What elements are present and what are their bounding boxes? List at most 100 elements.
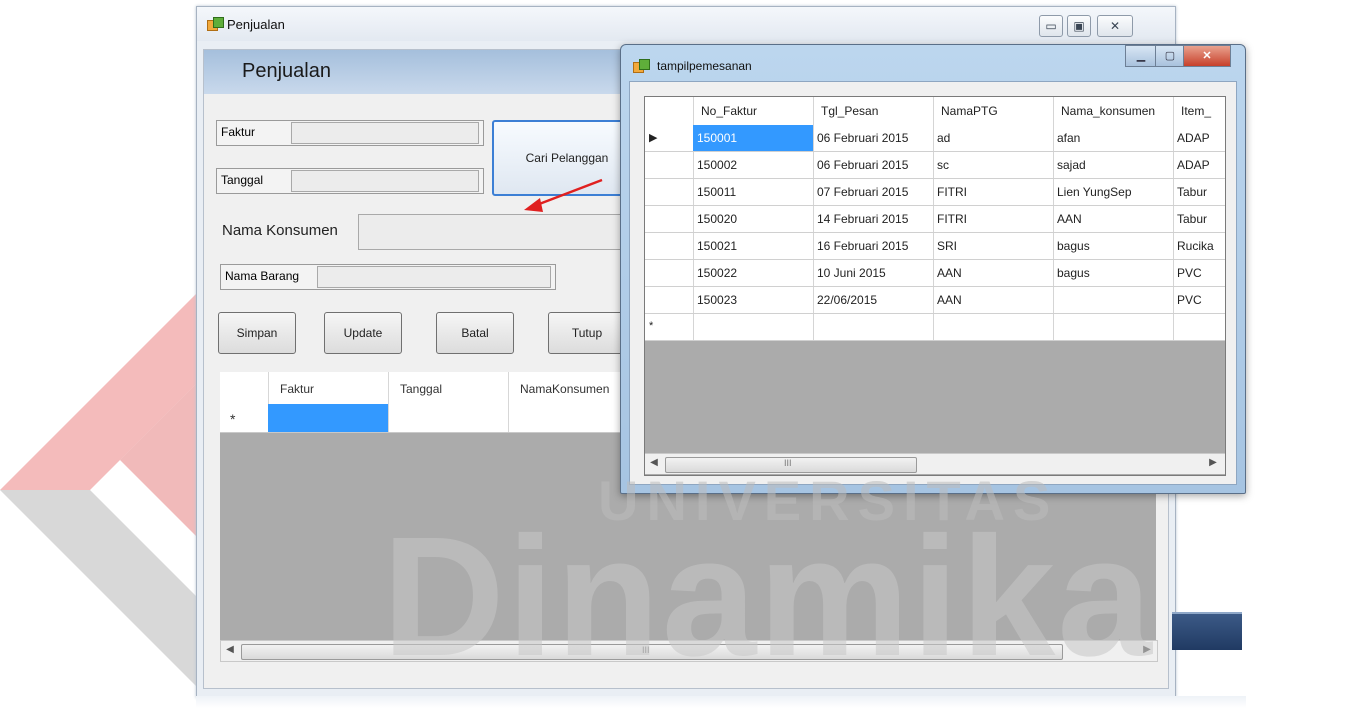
- cell-nama-konsumen[interactable]: sajad: [1053, 152, 1174, 178]
- cell-tgl-pesan[interactable]: 10 Juni 2015: [813, 260, 934, 286]
- cell-nama-konsumen[interactable]: AAN: [1053, 206, 1174, 232]
- cell-tgl-pesan[interactable]: 14 Februari 2015: [813, 206, 934, 232]
- popup-scroll-right-icon[interactable]: ▶: [1205, 455, 1221, 471]
- watermark-dinamika: Dinamika: [382, 502, 1154, 692]
- batal-button[interactable]: Batal: [436, 312, 514, 354]
- cell-namaptg[interactable]: SRI: [933, 233, 1054, 259]
- update-button[interactable]: Update: [324, 312, 402, 354]
- cell-tgl-pesan[interactable]: 07 Februari 2015: [813, 179, 934, 205]
- cell-namaptg[interactable]: sc: [933, 152, 1054, 178]
- cell-namaptg[interactable]: FITRI: [933, 206, 1054, 232]
- new-row-header-cell[interactable]: *: [645, 314, 694, 340]
- scroll-left-icon[interactable]: ◀: [222, 642, 238, 658]
- row-header-cell[interactable]: [645, 260, 694, 286]
- popup-minimize-icon[interactable]: ▁: [1125, 45, 1157, 67]
- row-header-cell[interactable]: [645, 233, 694, 259]
- cell-no-faktur[interactable]: 150023: [693, 287, 814, 313]
- cell-tgl-pesan-value: 07 Februari 2015: [817, 185, 909, 199]
- pemesanan-row[interactable]: 150011 07 Februari 2015 FITRI Lien YungSep T…: [645, 179, 1225, 206]
- row-header-cell[interactable]: [645, 206, 694, 232]
- cell-item[interactable]: Tabur: [1173, 179, 1225, 205]
- nama-konsumen-input[interactable]: [358, 214, 640, 250]
- cell-no-faktur[interactable]: 150002: [693, 152, 814, 178]
- pemesanan-row[interactable]: 150022 10 Juni 2015 AAN bagus PVC: [645, 260, 1225, 287]
- cell-tgl-pesan[interactable]: 06 Februari 2015: [813, 152, 934, 178]
- cell-item[interactable]: ADAP: [1173, 152, 1225, 178]
- cell-nama-konsumen[interactable]: bagus: [1053, 233, 1174, 259]
- grid-new-row-header: *: [220, 404, 269, 432]
- row-header-cell[interactable]: [645, 287, 694, 313]
- new-cell-namaptg[interactable]: [933, 314, 1054, 340]
- cell-nama-konsumen[interactable]: afan: [1053, 125, 1174, 151]
- cell-no-faktur[interactable]: 150022: [693, 260, 814, 286]
- cell-no-faktur[interactable]: 150021: [693, 233, 814, 259]
- form-header-title: Penjualan: [242, 60, 331, 82]
- new-cell-tgl-pesan[interactable]: [813, 314, 934, 340]
- pemesanan-row[interactable]: 150023 22/06/2015 AAN PVC: [645, 287, 1225, 314]
- new-cell-no-faktur[interactable]: [693, 314, 814, 340]
- new-row-marker: *: [230, 411, 236, 427]
- minimize-button[interactable]: ▭: [1039, 15, 1063, 37]
- cell-item[interactable]: Tabur: [1173, 206, 1225, 232]
- faktur-label: Faktur: [221, 125, 256, 139]
- cell-tgl-pesan-value: 22/06/2015: [817, 293, 878, 307]
- new-cell-item[interactable]: [1173, 314, 1225, 340]
- cell-item[interactable]: PVC: [1173, 260, 1225, 286]
- simpan-label: Simpan: [236, 326, 278, 340]
- cell-item[interactable]: ADAP: [1173, 125, 1225, 151]
- nama-barang-label: Nama Barang: [225, 269, 300, 283]
- cell-item[interactable]: Rucika: [1173, 233, 1225, 259]
- pemesanan-row[interactable]: ▶ 150001 06 Februari 2015 ad afan ADAP: [645, 125, 1225, 152]
- cell-namaptg[interactable]: AAN: [933, 260, 1054, 286]
- row-header-cell[interactable]: ▶: [645, 125, 694, 151]
- cell-nama-konsumen[interactable]: bagus: [1053, 260, 1174, 286]
- cell-nama-konsumen-value: bagus: [1057, 239, 1090, 253]
- grid-col-tanggal[interactable]: Tanggal: [388, 372, 509, 404]
- row-header-cell[interactable]: [645, 152, 694, 178]
- cell-nama-konsumen[interactable]: Lien YungSep: [1053, 179, 1174, 205]
- faktur-input[interactable]: [291, 122, 479, 144]
- tutup-button[interactable]: Tutup: [548, 312, 626, 354]
- grid-cell-tanggal[interactable]: [388, 404, 509, 432]
- popup-maximize-icon[interactable]: ▢: [1155, 45, 1185, 67]
- cell-no-faktur-value: 150023: [697, 293, 738, 307]
- update-label: Update: [343, 326, 383, 340]
- cell-no-faktur-value: 150001: [697, 131, 738, 145]
- row-header-cell[interactable]: [645, 179, 694, 205]
- cell-no-faktur-value: 150020: [697, 212, 738, 226]
- cell-nama-konsumen[interactable]: [1053, 287, 1174, 313]
- simpan-button[interactable]: Simpan: [218, 312, 296, 354]
- col-namaptg[interactable]: NamaPTG: [933, 97, 1054, 125]
- grid-cell-namakonsumen[interactable]: [508, 404, 631, 432]
- cell-no-faktur[interactable]: 150001: [693, 125, 814, 151]
- cell-namaptg[interactable]: AAN: [933, 287, 1054, 313]
- grid-col-faktur[interactable]: Faktur: [268, 372, 389, 404]
- col-item[interactable]: Item_: [1173, 97, 1225, 125]
- cell-no-faktur[interactable]: 150020: [693, 206, 814, 232]
- tampilpemesanan-window: tampilpemesanan ▁ ▢ ✕ No_Faktur Tgl_Pesa…: [620, 44, 1246, 494]
- col-tgl-pesan[interactable]: Tgl_Pesan: [813, 97, 934, 125]
- col-no-faktur[interactable]: No_Faktur: [693, 97, 814, 125]
- cell-tgl-pesan[interactable]: 16 Februari 2015: [813, 233, 934, 259]
- maximize-button[interactable]: ▣: [1067, 15, 1091, 37]
- tanggal-input[interactable]: [291, 170, 479, 192]
- pemesanan-grid[interactable]: No_Faktur Tgl_Pesan NamaPTG Nama_konsume…: [644, 96, 1226, 476]
- pemesanan-new-row[interactable]: *: [645, 314, 1225, 341]
- cell-namaptg[interactable]: FITRI: [933, 179, 1054, 205]
- col-nama-konsumen[interactable]: Nama_konsumen: [1053, 97, 1174, 125]
- cell-tgl-pesan[interactable]: 22/06/2015: [813, 287, 934, 313]
- cell-no-faktur[interactable]: 150011: [693, 179, 814, 205]
- grid-col-namakonsumen[interactable]: NamaKonsumen: [508, 372, 631, 404]
- nama-barang-input[interactable]: [317, 266, 551, 288]
- close-button[interactable]: ✕: [1097, 15, 1133, 37]
- pemesanan-row[interactable]: 150021 16 Februari 2015 SRI bagus Rucika: [645, 233, 1225, 260]
- cell-item[interactable]: PVC: [1173, 287, 1225, 313]
- cell-tgl-pesan[interactable]: 06 Februari 2015: [813, 125, 934, 151]
- grid-new-row[interactable]: *: [220, 404, 631, 433]
- grid-cell-faktur[interactable]: [268, 404, 389, 432]
- pemesanan-row[interactable]: 150020 14 Februari 2015 FITRI AAN Tabur: [645, 206, 1225, 233]
- pemesanan-row[interactable]: 150002 06 Februari 2015 sc sajad ADAP: [645, 152, 1225, 179]
- cell-namaptg[interactable]: ad: [933, 125, 1054, 151]
- new-cell-nama-konsumen[interactable]: [1053, 314, 1174, 340]
- popup-close-icon[interactable]: ✕: [1183, 45, 1231, 67]
